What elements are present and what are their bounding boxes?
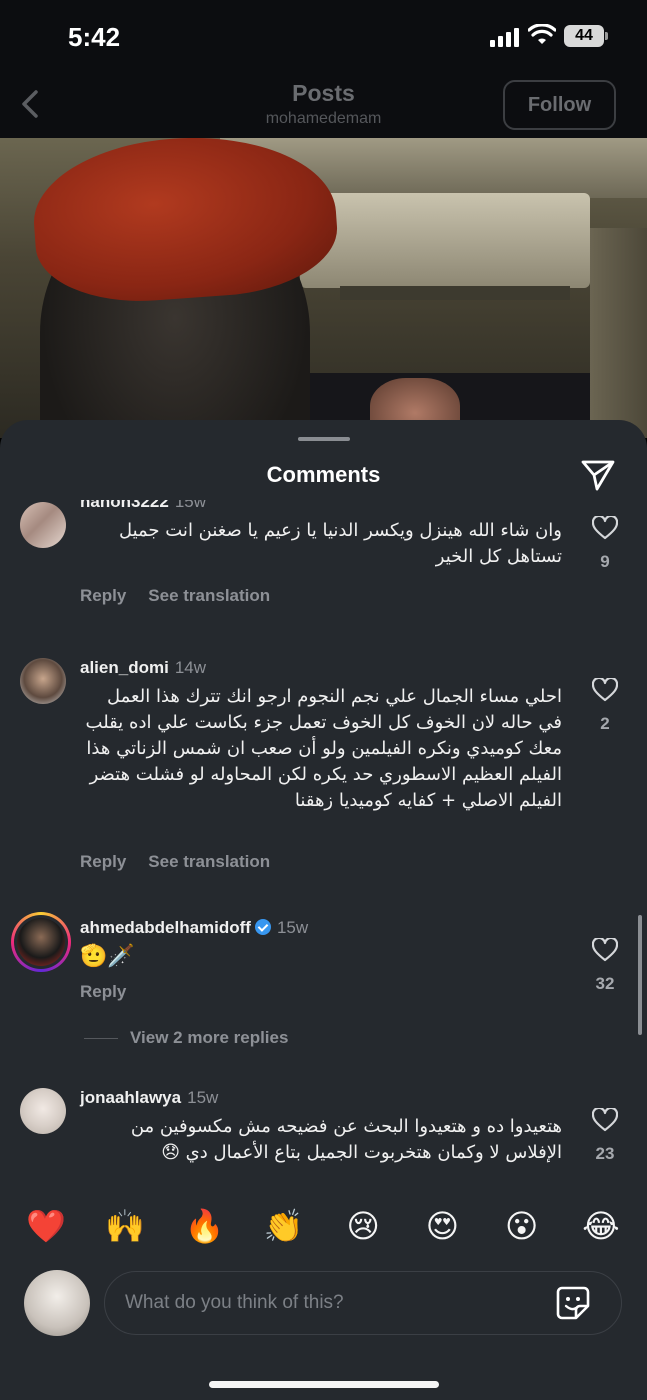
comment-text: وان شاء الله هينزل ويكسر الدنيا يا زعيم … [118, 520, 562, 567]
like-count: 23 [595, 1144, 615, 1163]
follow-button[interactable]: Follow [503, 80, 616, 130]
current-user-avatar [24, 1270, 90, 1336]
comment-input[interactable] [104, 1271, 622, 1335]
like-count: 32 [595, 974, 615, 993]
comment-username[interactable]: jonaahlawya [80, 1088, 181, 1107]
reaction-fire[interactable]: 🔥 [185, 1207, 225, 1245]
comment-item: ahmedabdelhamidoff 15w 🫡🗡️ Reply 32 View … [0, 912, 647, 1058]
heart-icon[interactable] [592, 1108, 618, 1132]
reaction-heart-eyes[interactable]: 😍 [422, 1207, 462, 1245]
avatar-story-ring[interactable] [11, 912, 71, 972]
see-translation-button[interactable]: See translation [148, 586, 270, 605]
comment-age: 15w [187, 1088, 219, 1107]
view-more-replies-label[interactable]: View 2 more replies [130, 1028, 288, 1047]
sheet-grabber[interactable] [298, 437, 350, 441]
comment-header: alien_domi 14w [80, 658, 206, 678]
comment-username[interactable]: hanon3222 [80, 500, 169, 511]
comment-header: jonaahlawya 15w [80, 1088, 218, 1108]
comment-item: hanon3222 15w وان شاء الله هينزل ويكسر ال… [0, 500, 647, 622]
view-more-replies-button[interactable]: View 2 more replies [84, 1028, 288, 1048]
comment-actions: Reply See translation [80, 852, 292, 872]
home-indicator[interactable] [209, 1381, 439, 1388]
cellular-signal-icon [490, 28, 519, 47]
status-time: 5:42 [68, 22, 121, 52]
comment-header: hanon3222 15w [80, 500, 206, 512]
avatar[interactable] [20, 1088, 66, 1134]
comment-item: jonaahlawya 15w هتعيدوا ده و هتعيدوا البح… [0, 1088, 647, 1188]
sticker-icon[interactable] [554, 1284, 592, 1322]
comment-text: هتعيدوا ده و هتعيدوا البحث عن فضيحه مش م… [130, 1116, 562, 1163]
replies-divider [84, 1038, 118, 1040]
reaction-heart[interactable]: ❤️ [26, 1207, 66, 1245]
wifi-icon [528, 24, 556, 44]
avatar[interactable] [20, 658, 66, 704]
like-count: 9 [600, 552, 610, 571]
avatar[interactable] [20, 502, 66, 548]
comment-actions: Reply See translation [80, 586, 292, 606]
reaction-laughing[interactable]: 😂 [581, 1207, 621, 1245]
battery-icon: 44 [564, 25, 604, 47]
comment-age: 15w [276, 918, 309, 937]
comments-list[interactable]: hanon3222 15w وان شاء الله هينزل ويكسر ال… [0, 500, 647, 1190]
heart-icon[interactable] [592, 938, 618, 962]
reaction-raised-hands[interactable]: 🙌 [105, 1207, 145, 1245]
comment-header: ahmedabdelhamidoff 15w [80, 918, 308, 938]
sheet-title: Comments [266, 462, 381, 487]
quick-reactions-bar: ❤️ 🙌 🔥 👏 😢 😍 😮 😂 [0, 1198, 647, 1254]
heart-icon[interactable] [592, 516, 618, 540]
reply-button[interactable]: Reply [80, 586, 126, 605]
comment-age: 14w [174, 658, 206, 677]
reply-button[interactable]: Reply [80, 852, 126, 871]
comment-text: 🫡🗡️ [80, 944, 135, 969]
see-translation-button[interactable]: See translation [148, 852, 270, 871]
comment-username[interactable]: alien_domi [80, 658, 169, 677]
like-count: 2 [600, 714, 610, 733]
reaction-surprised[interactable]: 😮 [502, 1207, 542, 1245]
top-nav: Posts mohamedemam Follow [0, 70, 647, 138]
comment-actions: Reply [80, 982, 148, 1002]
status-bar: 5:42 44 [0, 0, 647, 70]
post-image [0, 138, 647, 438]
scrollbar[interactable] [638, 915, 642, 1035]
reply-button[interactable]: Reply [80, 982, 126, 1001]
comment-item: alien_domi 14w احلي مساء الجمال علي نجم ا… [0, 658, 647, 878]
verified-badge-icon [254, 919, 271, 935]
battery-tip [605, 32, 608, 40]
comment-username[interactable]: ahmedabdelhamidoff [80, 918, 251, 937]
share-send-icon[interactable] [580, 458, 616, 492]
comment-composer [0, 1268, 647, 1348]
comment-text: احلي مساء الجمال علي نجم النجوم ارجو انك… [85, 686, 562, 811]
heart-icon[interactable] [592, 678, 618, 702]
comment-age: 15w [174, 500, 206, 511]
reaction-clap[interactable]: 👏 [264, 1207, 304, 1245]
reaction-crying[interactable]: 😢 [343, 1207, 383, 1245]
